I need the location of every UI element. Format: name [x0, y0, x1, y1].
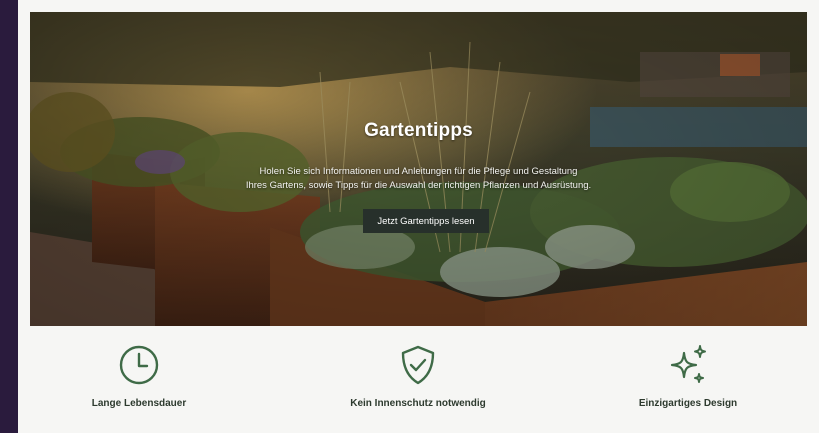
hero-description-line-2: Ihres Gartens, sowie Tipps für die Auswa… — [245, 180, 592, 191]
hero-description: Holen Sie sich Informationen und Anleitu… — [180, 165, 657, 193]
clock-icon — [119, 345, 159, 385]
read-garden-tips-button[interactable]: Jetzt Gartentipps lesen — [363, 209, 489, 233]
hero-banner: Gartentipps Holen Sie sich Informationen… — [30, 12, 807, 326]
feature-unique-design: Einzigartiges Design — [578, 343, 798, 409]
feature-label: Lange Lebensdauer — [91, 398, 187, 409]
shield-check-icon — [401, 345, 435, 385]
hero-description-line-1: Holen Sie sich Informationen und Anleitu… — [259, 166, 578, 177]
sparkles-icon — [670, 345, 706, 383]
feature-long-lifespan: Lange Lebensdauer — [29, 343, 249, 409]
feature-label: Kein Innenschutz notwendig — [350, 398, 486, 409]
page: Gartentipps Holen Sie sich Informationen… — [18, 0, 819, 433]
feature-no-inner-protection: Kein Innenschutz notwendig — [308, 343, 528, 409]
hero-title: Gartentipps — [364, 120, 473, 141]
feature-label: Einzigartiges Design — [638, 398, 738, 409]
